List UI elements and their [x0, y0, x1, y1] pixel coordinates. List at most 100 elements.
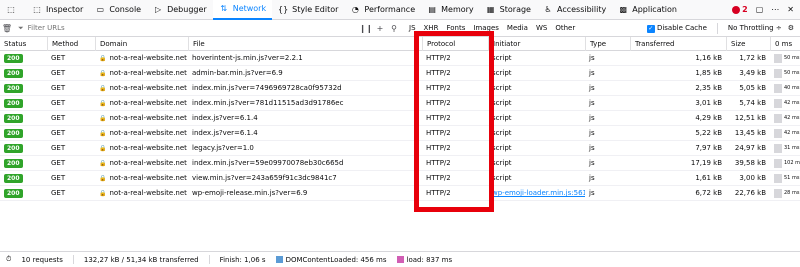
timing-bar: [774, 54, 782, 63]
timing-label: 31 ms: [784, 145, 800, 151]
table-row[interactable]: 200 GET 🔒 not-a-real-website.net index.min.j…: [0, 96, 800, 111]
transferred-cell: 4,29 kB: [695, 114, 722, 122]
tab-application[interactable]: ▩ Application: [612, 0, 683, 20]
search-icon[interactable]: ⚲: [387, 24, 401, 33]
tab-performance[interactable]: ◔ Performance: [344, 0, 421, 20]
tab-storage[interactable]: ▦ Storage: [480, 0, 537, 20]
domain-cell: 🔒 not-a-real-website.net: [95, 96, 188, 111]
type-cell: js: [589, 114, 595, 122]
status-cell: 200: [0, 171, 47, 186]
domain-cell: 🔒 not-a-real-website.net: [95, 81, 188, 96]
tab-label: Console: [109, 5, 142, 14]
requests-table-header: Status Method Domain File Protocol Initiator T…: [0, 37, 800, 51]
size-cell: 22,76 kB: [734, 189, 766, 197]
transferred-cell: 17,19 kB: [690, 159, 722, 167]
filter-urls-input[interactable]: ⏷ Filter URLs: [14, 24, 359, 33]
file-cell: legacy.js?ver=1.0: [192, 144, 254, 152]
disable-cache-checkbox[interactable]: ✓ Disable Cache: [646, 24, 707, 33]
column-header-transferred[interactable]: Transferred: [630, 37, 726, 51]
table-row[interactable]: 200 GET 🔒 not-a-real-website.net wp-emoji-re…: [0, 186, 800, 201]
network-toolbar: 🗑 ⏷ Filter URLs ❙❙ + ⚲ JS XHR Fonts Images M…: [0, 20, 800, 37]
status-cell: 200: [0, 51, 47, 66]
table-row[interactable]: 200 GET 🔒 not-a-real-website.net index.js?ve…: [0, 111, 800, 126]
size-cell: 12,51 kB: [734, 114, 766, 122]
column-header-domain[interactable]: Domain: [95, 37, 188, 51]
table-row[interactable]: 200 GET 🔒 not-a-real-website.net view.min.js…: [0, 171, 800, 186]
table-row[interactable]: 200 GET 🔒 not-a-real-website.net index.min.j…: [0, 81, 800, 96]
throttling-select[interactable]: No Throttling ÷: [728, 24, 782, 32]
table-row[interactable]: 200 GET 🔒 not-a-real-website.net admin-bar.m…: [0, 66, 800, 81]
table-row[interactable]: 200 GET 🔒 not-a-real-website.net index.js?ve…: [0, 126, 800, 141]
tab-label: Application: [632, 5, 677, 14]
initiator-cell: script: [492, 174, 512, 182]
tab-console[interactable]: ▭ Console: [89, 0, 147, 20]
waterfall-cell: 28 ms: [770, 186, 800, 201]
type-filter-other[interactable]: Other: [555, 24, 575, 32]
method-cell: GET: [51, 69, 66, 77]
column-header-file[interactable]: File: [188, 37, 422, 51]
size-cell: 24,97 kB: [734, 144, 766, 152]
dock-options-icon[interactable]: ▢: [756, 5, 764, 14]
size-cell: 5,05 kB: [739, 84, 766, 92]
performance-icon: ◔: [351, 5, 359, 14]
timing-label: 51 ms: [784, 175, 800, 181]
column-header-size[interactable]: Size: [726, 37, 770, 51]
lock-icon: 🔒: [99, 130, 107, 137]
method-cell: GET: [51, 99, 66, 107]
tab-label: Style Editor: [292, 5, 339, 14]
tab-accessibility[interactable]: ♿ Accessibility: [537, 0, 612, 20]
domain-text: not-a-real-website.net: [109, 99, 187, 107]
type-cell: js: [589, 84, 595, 92]
type-cell: js: [589, 129, 595, 137]
storage-icon: ▦: [486, 5, 495, 14]
timing-bar: [774, 129, 782, 138]
column-header-initiator[interactable]: Initiator: [488, 37, 585, 51]
domain-cell: 🔒 not-a-real-website.net: [95, 111, 188, 126]
method-cell: GET: [51, 174, 66, 182]
transferred-cell: 6,72 kB: [695, 189, 722, 197]
table-row[interactable]: 200 GET 🔒 not-a-real-website.net index.min.j…: [0, 156, 800, 171]
transferred-cell: 2,35 kB: [695, 84, 722, 92]
timing-bar: [774, 174, 782, 183]
lock-icon: 🔒: [99, 115, 107, 122]
transferred-cell: 1,16 kB: [695, 54, 722, 62]
lock-icon: 🔒: [99, 190, 107, 197]
status-cell: 200: [0, 156, 47, 171]
tab-inspector[interactable]: ⬚ Inspector: [26, 0, 89, 20]
tab-memory[interactable]: ▤ Memory: [421, 0, 480, 20]
requests-table-body: 200 GET 🔒 not-a-real-website.net hoverintent…: [0, 51, 800, 201]
column-header-type[interactable]: Type: [585, 37, 630, 51]
tab-label: Inspector: [46, 5, 84, 14]
table-row[interactable]: 200 GET 🔒 not-a-real-website.net legacy.js?v…: [0, 141, 800, 156]
size-cell: 5,74 kB: [739, 99, 766, 107]
status-cell: 200: [0, 186, 47, 201]
error-indicator[interactable]: 2: [732, 5, 748, 14]
type-cell: js: [589, 54, 595, 62]
column-header-status[interactable]: Status: [0, 37, 47, 51]
memory-icon: ▤: [428, 5, 436, 14]
file-cell: admin-bar.min.js?ver=6.9: [192, 69, 283, 77]
type-filter-ws[interactable]: WS: [536, 24, 547, 32]
tab-network[interactable]: ⇅ Network: [212, 0, 273, 20]
settings-gear-icon[interactable]: ⚙: [788, 24, 794, 32]
tab-debugger[interactable]: ▷ Debugger: [147, 0, 213, 20]
pick-element-button[interactable]: ⬚: [0, 0, 26, 20]
trash-icon[interactable]: 🗑: [0, 24, 14, 33]
more-options-icon[interactable]: ⋯: [771, 5, 779, 14]
column-header-0-ms[interactable]: 0 ms: [770, 37, 800, 51]
table-row[interactable]: 200 GET 🔒 not-a-real-website.net hoverintent…: [0, 51, 800, 66]
tab-style-editor[interactable]: {} Style Editor: [272, 0, 344, 20]
timing-bar: [774, 99, 782, 108]
file-cell: hoverintent-js.min.js?ver=2.2.1: [192, 54, 303, 62]
add-icon[interactable]: +: [373, 24, 387, 33]
close-icon[interactable]: ✕: [787, 5, 794, 14]
type-filter-media[interactable]: Media: [507, 24, 528, 32]
domain-text: not-a-real-website.net: [109, 129, 187, 137]
status-badge: 200: [4, 84, 23, 93]
column-header-method[interactable]: Method: [47, 37, 95, 51]
pause-icon[interactable]: ❙❙: [359, 24, 373, 33]
waterfall-cell: 40 ms: [770, 81, 800, 96]
status-cell: 200: [0, 126, 47, 141]
lock-icon: 🔒: [99, 145, 107, 152]
file-cell: index.js?ver=6.1.4: [192, 114, 258, 122]
